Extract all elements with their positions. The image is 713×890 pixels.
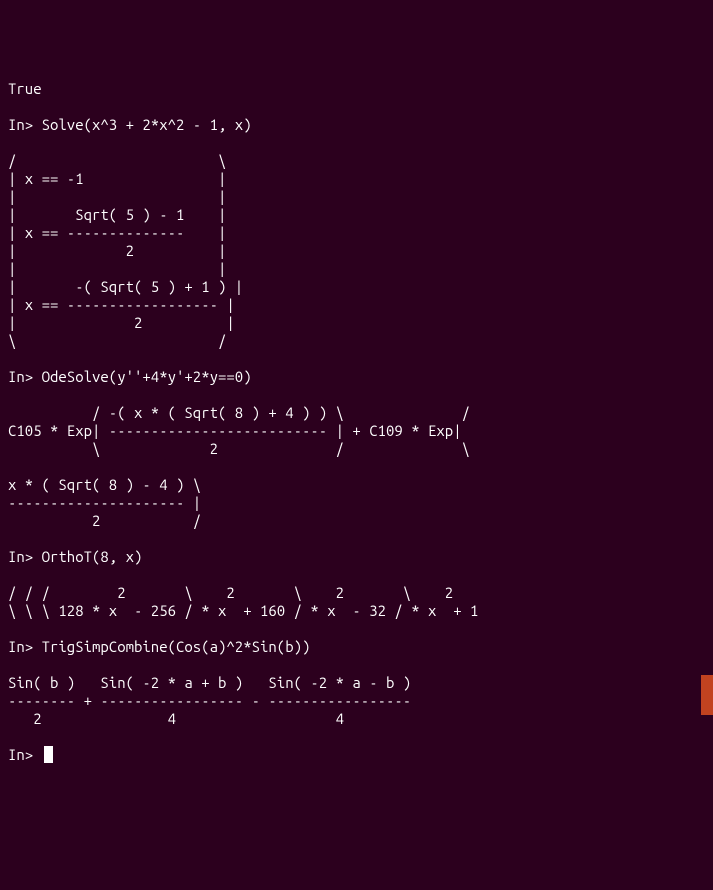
command-odesolve: OdeSolve(y''+4*y'+2*y==0) — [42, 368, 252, 385]
command-solve: Solve(x^3 + 2*x^2 - 1, x) — [42, 116, 252, 133]
trigsimp-output: Sin( b ) Sin( -2 * a + b ) Sin( -2 * a -… — [8, 674, 411, 727]
result-true: True — [8, 80, 42, 97]
prompt: In> — [8, 638, 33, 655]
scrollbar-thumb[interactable] — [701, 675, 713, 715]
prompt: In> — [8, 368, 33, 385]
prompt: In> — [8, 548, 33, 565]
solve-output: / \ | x == -1 | | | | Sqrt( 5 ) - 1 | | … — [8, 152, 243, 349]
command-orthot: OrthoT(8, x) — [42, 548, 143, 565]
terminal-output: True In> Solve(x^3 + 2*x^2 - 1, x) / \ |… — [8, 80, 705, 764]
orthot-output: / / / 2 \ 2 \ 2 \ 2 \ \ \ 128 * x - 256 … — [8, 584, 478, 619]
prompt: In> — [8, 116, 33, 133]
odesolve-output: / -( x * ( Sqrt( 8 ) + 4 ) ) \ / C105 * … — [8, 404, 470, 529]
terminal-cursor[interactable] — [44, 746, 53, 763]
prompt: In> — [8, 746, 33, 763]
command-trigsimp: TrigSimpCombine(Cos(a)^2*Sin(b)) — [42, 638, 311, 655]
